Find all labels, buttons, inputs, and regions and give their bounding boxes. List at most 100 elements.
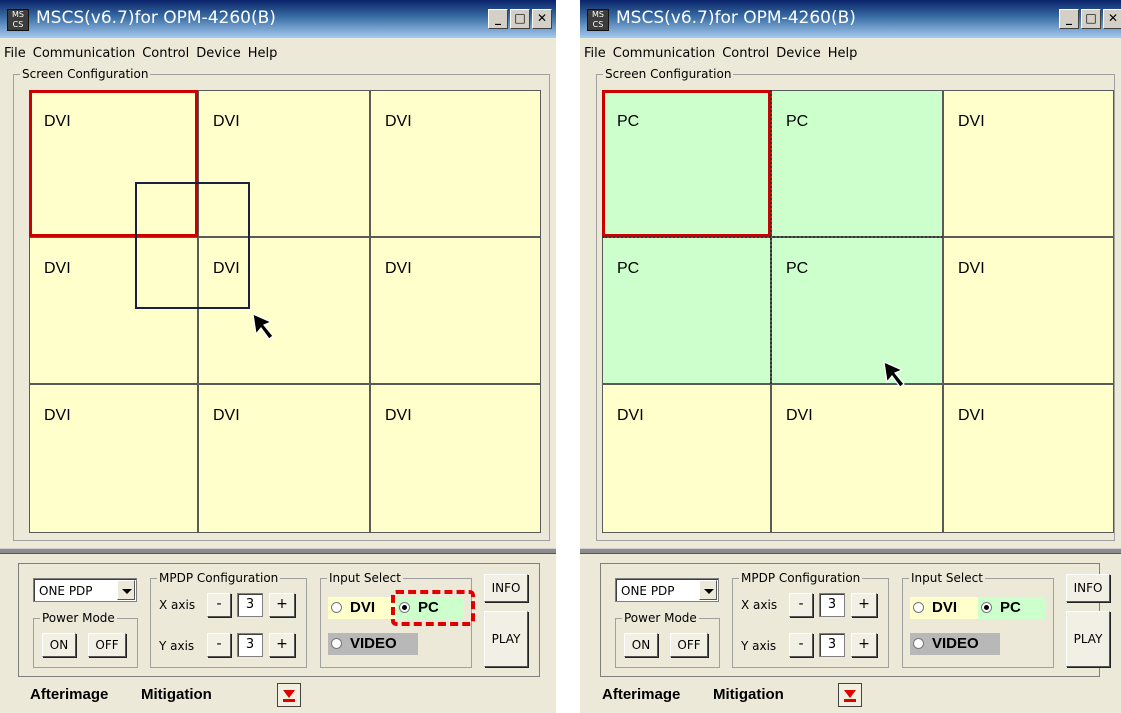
display-cell[interactable]: DVI (198, 237, 370, 384)
x-axis-value[interactable]: 3 (237, 593, 263, 617)
power-on-button[interactable]: ON (42, 633, 76, 657)
radio-button[interactable] (331, 638, 342, 649)
cell-input-label: DVI (213, 113, 240, 130)
display-cell[interactable]: DVI (943, 90, 1114, 237)
power-mode-label: Power Mode (622, 610, 699, 626)
display-cell[interactable]: DVI (29, 384, 198, 533)
cell-input-label: DVI (958, 113, 985, 130)
display-cell[interactable]: PC (771, 237, 943, 384)
chevron-down-icon[interactable] (699, 580, 717, 600)
display-cell[interactable]: DVI (29, 237, 198, 384)
power-off-button[interactable]: OFF (88, 633, 126, 657)
display-cell[interactable]: DVI (943, 384, 1114, 533)
display-cell[interactable]: DVI (370, 90, 541, 237)
info-button[interactable]: INFO (1066, 574, 1110, 602)
pdp-mode-select[interactable]: ONE PDP (615, 578, 719, 602)
display-cell[interactable]: DVI (602, 384, 771, 533)
chevron-down-icon[interactable] (117, 580, 135, 600)
display-grid: PC PC DVI PC PC DVI DVI DVI DVI (602, 90, 1114, 533)
radio-button[interactable] (981, 602, 992, 613)
menu-device[interactable]: Device (772, 42, 823, 61)
y-axis-increment-button[interactable]: + (269, 633, 295, 657)
display-cell[interactable]: PC (602, 90, 771, 237)
display-cell[interactable]: DVI (29, 90, 198, 237)
menu-control[interactable]: Control (138, 42, 192, 61)
menu-file[interactable]: File (0, 42, 29, 61)
x-axis-label: X axis (741, 598, 778, 612)
display-cell[interactable]: PC (771, 90, 943, 237)
y-axis-increment-button[interactable]: + (851, 633, 877, 657)
menu-communication[interactable]: Communication (609, 42, 718, 61)
panel-splitter[interactable] (0, 548, 556, 554)
y-axis-value[interactable]: 3 (237, 633, 263, 657)
mpdp-configuration-label: MPDP Configuration (157, 570, 281, 586)
y-axis-label: Y axis (159, 639, 195, 653)
screen-configuration-label: Screen Configuration (20, 66, 151, 82)
x-axis-increment-button[interactable]: + (851, 593, 877, 617)
power-on-button[interactable]: ON (624, 633, 658, 657)
display-cell[interactable]: DVI (370, 237, 541, 384)
arrow-down-icon (844, 690, 856, 698)
pdp-mode-select[interactable]: ONE PDP (33, 578, 137, 602)
cell-input-label: DVI (385, 113, 412, 130)
arrow-bar-icon (844, 699, 856, 702)
expand-panel-button[interactable] (838, 683, 862, 707)
radio-button[interactable] (913, 638, 924, 649)
menu-help[interactable]: Help (824, 42, 861, 61)
y-axis-decrement-button[interactable]: - (789, 633, 813, 657)
title-bar[interactable]: MS CS MSCS(v6.7)for OPM-4260(B) _ □ ✕ (0, 0, 556, 38)
radio-button[interactable] (913, 602, 924, 613)
input-option-dvi[interactable]: DVI (328, 597, 396, 619)
display-cell[interactable]: PC (602, 237, 771, 384)
menu-help[interactable]: Help (244, 42, 281, 61)
maximize-icon[interactable]: □ (510, 9, 530, 29)
menu-communication[interactable]: Communication (29, 42, 138, 61)
power-off-button[interactable]: OFF (670, 633, 708, 657)
cell-input-label: DVI (385, 260, 412, 277)
input-option-video[interactable]: VIDEO (910, 633, 1000, 655)
cell-input-label: DVI (44, 407, 71, 424)
power-mode-label: Power Mode (40, 610, 117, 626)
x-axis-decrement-button[interactable]: - (789, 593, 813, 617)
close-icon[interactable]: ✕ (532, 9, 552, 29)
cell-input-label: DVI (44, 113, 71, 130)
x-axis-label: X axis (159, 598, 196, 612)
play-button[interactable]: PLAY (484, 611, 528, 667)
window-right: MS CS MSCS(v6.7)for OPM-4260(B) _ □ ✕ File Com… (580, 0, 1121, 713)
radio-button[interactable] (331, 602, 342, 613)
play-button[interactable]: PLAY (1066, 611, 1110, 667)
cell-input-label: DVI (617, 407, 644, 424)
display-cell[interactable]: DVI (198, 384, 370, 533)
close-icon[interactable]: ✕ (1103, 9, 1121, 29)
title-bar[interactable]: MS CS MSCS(v6.7)for OPM-4260(B) _ □ ✕ (580, 0, 1121, 38)
cell-input-label: PC (786, 113, 809, 130)
menu-device[interactable]: Device (192, 42, 243, 61)
y-axis-decrement-button[interactable]: - (207, 633, 231, 657)
display-cell[interactable]: DVI (771, 384, 943, 533)
panel-splitter[interactable] (580, 548, 1121, 554)
y-axis-value[interactable]: 3 (819, 633, 845, 657)
info-button[interactable]: INFO (484, 574, 528, 602)
window-title: MSCS(v6.7)for OPM-4260(B) (616, 8, 856, 28)
maximize-icon[interactable]: □ (1081, 9, 1101, 29)
menu-file[interactable]: File (580, 42, 609, 61)
app-icon: MS CS (587, 9, 609, 31)
cell-input-label: DVI (958, 407, 985, 424)
x-axis-decrement-button[interactable]: - (207, 593, 231, 617)
menu-control[interactable]: Control (718, 42, 772, 61)
input-option-dvi[interactable]: DVI (910, 597, 978, 619)
expand-panel-button[interactable] (277, 683, 301, 707)
input-option-video[interactable]: VIDEO (328, 633, 418, 655)
minimize-icon[interactable]: _ (1059, 9, 1079, 29)
display-cell[interactable]: DVI (198, 90, 370, 237)
x-axis-increment-button[interactable]: + (269, 593, 295, 617)
afterimage-label: Afterimage (602, 686, 681, 703)
input-option-pc[interactable]: PC (978, 597, 1046, 619)
minimize-icon[interactable]: _ (488, 9, 508, 29)
arrow-bar-icon (283, 699, 295, 702)
x-axis-value[interactable]: 3 (819, 593, 845, 617)
display-cell[interactable]: DVI (370, 384, 541, 533)
input-option-label: VIDEO (350, 635, 397, 652)
display-cell[interactable]: DVI (943, 237, 1114, 384)
mpdp-configuration-label: MPDP Configuration (739, 570, 863, 586)
